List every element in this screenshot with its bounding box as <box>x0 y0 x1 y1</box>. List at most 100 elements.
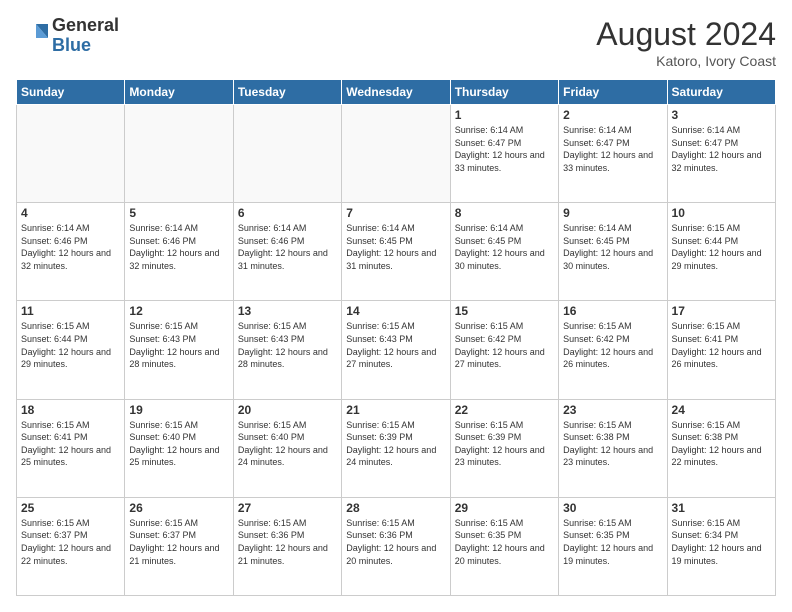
calendar-cell: 29 Sunrise: 6:15 AM Sunset: 6:35 PM Dayli… <box>450 497 558 595</box>
day-number: 17 <box>672 304 771 318</box>
day-number: 23 <box>563 403 662 417</box>
calendar-cell: 23 Sunrise: 6:15 AM Sunset: 6:38 PM Dayli… <box>559 399 667 497</box>
day-number: 14 <box>346 304 445 318</box>
calendar-cell: 8 Sunrise: 6:14 AM Sunset: 6:45 PM Daylig… <box>450 203 558 301</box>
calendar-week-4: 25 Sunrise: 6:15 AM Sunset: 6:37 PM Dayli… <box>17 497 776 595</box>
calendar-cell: 1 Sunrise: 6:14 AM Sunset: 6:47 PM Daylig… <box>450 105 558 203</box>
title-block: August 2024 Katoro, Ivory Coast <box>596 16 776 69</box>
day-number: 28 <box>346 501 445 515</box>
calendar-cell <box>125 105 233 203</box>
day-number: 8 <box>455 206 554 220</box>
calendar-cell: 6Sunrise: 6:14 AM Sunset: 6:46 PM Daylig… <box>233 203 341 301</box>
day-number: 26 <box>129 501 228 515</box>
col-saturday: Saturday <box>667 80 775 105</box>
calendar-week-3: 18 Sunrise: 6:15 AM Sunset: 6:41 PM Dayli… <box>17 399 776 497</box>
day-number: 22 <box>455 403 554 417</box>
day-number: 27 <box>238 501 337 515</box>
day-info: Sunrise: 6:14 AM Sunset: 6:47 PM Dayligh… <box>455 124 554 174</box>
day-number: 13 <box>238 304 337 318</box>
calendar-cell: 30 Sunrise: 6:15 AM Sunset: 6:35 PM Dayli… <box>559 497 667 595</box>
col-wednesday: Wednesday <box>342 80 450 105</box>
calendar-cell: 27 Sunrise: 6:15 AM Sunset: 6:36 PM Dayli… <box>233 497 341 595</box>
header: General Blue August 2024 Katoro, Ivory C… <box>16 16 776 69</box>
day-info: Sunrise: 6:15 AM Sunset: 6:41 PM Dayligh… <box>21 419 120 469</box>
day-info: Sunrise: 6:15 AM Sunset: 6:44 PM Dayligh… <box>672 222 771 272</box>
day-info: Sunrise: 6:15 AM Sunset: 6:35 PM Dayligh… <box>455 517 554 567</box>
day-number: 29 <box>455 501 554 515</box>
page: General Blue August 2024 Katoro, Ivory C… <box>0 0 792 612</box>
day-number: 4 <box>21 206 120 220</box>
calendar-cell: 13 Sunrise: 6:15 AM Sunset: 6:43 PM Dayli… <box>233 301 341 399</box>
col-tuesday: Tuesday <box>233 80 341 105</box>
day-number: 12 <box>129 304 228 318</box>
calendar-cell: 7Sunrise: 6:14 AM Sunset: 6:45 PM Daylig… <box>342 203 450 301</box>
day-info: Sunrise: 6:14 AM Sunset: 6:47 PM Dayligh… <box>672 124 771 174</box>
calendar-cell: 22Sunrise: 6:15 AM Sunset: 6:39 PM Dayli… <box>450 399 558 497</box>
calendar-week-0: 1 Sunrise: 6:14 AM Sunset: 6:47 PM Daylig… <box>17 105 776 203</box>
col-friday: Friday <box>559 80 667 105</box>
day-info: Sunrise: 6:15 AM Sunset: 6:35 PM Dayligh… <box>563 517 662 567</box>
day-info: Sunrise: 6:15 AM Sunset: 6:40 PM Dayligh… <box>129 419 228 469</box>
day-info: Sunrise: 6:15 AM Sunset: 6:37 PM Dayligh… <box>21 517 120 567</box>
calendar-cell: 26 Sunrise: 6:15 AM Sunset: 6:37 PM Dayli… <box>125 497 233 595</box>
calendar-cell: 17 Sunrise: 6:15 AM Sunset: 6:41 PM Dayli… <box>667 301 775 399</box>
day-number: 31 <box>672 501 771 515</box>
day-info: Sunrise: 6:15 AM Sunset: 6:43 PM Dayligh… <box>346 320 445 370</box>
logo-blue-text: Blue <box>52 36 119 56</box>
calendar-cell: 16Sunrise: 6:15 AM Sunset: 6:42 PM Dayli… <box>559 301 667 399</box>
day-number: 6 <box>238 206 337 220</box>
calendar-cell <box>17 105 125 203</box>
day-info: Sunrise: 6:15 AM Sunset: 6:43 PM Dayligh… <box>129 320 228 370</box>
day-number: 9 <box>563 206 662 220</box>
day-info: Sunrise: 6:15 AM Sunset: 6:44 PM Dayligh… <box>21 320 120 370</box>
day-number: 10 <box>672 206 771 220</box>
day-number: 7 <box>346 206 445 220</box>
day-number: 15 <box>455 304 554 318</box>
calendar-header-row: Sunday Monday Tuesday Wednesday Thursday… <box>17 80 776 105</box>
month-year-title: August 2024 <box>596 16 776 53</box>
day-info: Sunrise: 6:15 AM Sunset: 6:43 PM Dayligh… <box>238 320 337 370</box>
day-info: Sunrise: 6:15 AM Sunset: 6:42 PM Dayligh… <box>455 320 554 370</box>
calendar-cell: 2Sunrise: 6:14 AM Sunset: 6:47 PM Daylig… <box>559 105 667 203</box>
day-number: 3 <box>672 108 771 122</box>
calendar-cell: 21Sunrise: 6:15 AM Sunset: 6:39 PM Dayli… <box>342 399 450 497</box>
calendar-cell: 28 Sunrise: 6:15 AM Sunset: 6:36 PM Dayli… <box>342 497 450 595</box>
calendar-week-1: 4 Sunrise: 6:14 AM Sunset: 6:46 PM Daylig… <box>17 203 776 301</box>
day-number: 1 <box>455 108 554 122</box>
logo-icon <box>16 20 48 52</box>
calendar-cell: 9Sunrise: 6:14 AM Sunset: 6:45 PM Daylig… <box>559 203 667 301</box>
day-info: Sunrise: 6:15 AM Sunset: 6:42 PM Dayligh… <box>563 320 662 370</box>
day-number: 20 <box>238 403 337 417</box>
day-number: 24 <box>672 403 771 417</box>
day-info: Sunrise: 6:14 AM Sunset: 6:46 PM Dayligh… <box>129 222 228 272</box>
day-number: 30 <box>563 501 662 515</box>
logo-general-text: General <box>52 16 119 36</box>
day-info: Sunrise: 6:15 AM Sunset: 6:38 PM Dayligh… <box>563 419 662 469</box>
calendar-cell: 11Sunrise: 6:15 AM Sunset: 6:44 PM Dayli… <box>17 301 125 399</box>
calendar-cell: 20 Sunrise: 6:15 AM Sunset: 6:40 PM Dayli… <box>233 399 341 497</box>
calendar-week-2: 11Sunrise: 6:15 AM Sunset: 6:44 PM Dayli… <box>17 301 776 399</box>
calendar-cell: 5 Sunrise: 6:14 AM Sunset: 6:46 PM Daylig… <box>125 203 233 301</box>
calendar-cell: 4Sunrise: 6:14 AM Sunset: 6:46 PM Daylig… <box>17 203 125 301</box>
day-number: 21 <box>346 403 445 417</box>
day-info: Sunrise: 6:15 AM Sunset: 6:37 PM Dayligh… <box>129 517 228 567</box>
day-number: 19 <box>129 403 228 417</box>
day-number: 18 <box>21 403 120 417</box>
col-sunday: Sunday <box>17 80 125 105</box>
location-subtitle: Katoro, Ivory Coast <box>596 53 776 69</box>
calendar-cell: 3 Sunrise: 6:14 AM Sunset: 6:47 PM Daylig… <box>667 105 775 203</box>
logo: General Blue <box>16 16 119 56</box>
day-info: Sunrise: 6:15 AM Sunset: 6:41 PM Dayligh… <box>672 320 771 370</box>
day-info: Sunrise: 6:15 AM Sunset: 6:36 PM Dayligh… <box>346 517 445 567</box>
day-number: 5 <box>129 206 228 220</box>
day-info: Sunrise: 6:14 AM Sunset: 6:45 PM Dayligh… <box>455 222 554 272</box>
day-info: Sunrise: 6:15 AM Sunset: 6:36 PM Dayligh… <box>238 517 337 567</box>
calendar-table: Sunday Monday Tuesday Wednesday Thursday… <box>16 79 776 596</box>
day-info: Sunrise: 6:14 AM Sunset: 6:47 PM Dayligh… <box>563 124 662 174</box>
calendar-cell: 25 Sunrise: 6:15 AM Sunset: 6:37 PM Dayli… <box>17 497 125 595</box>
logo-text: General Blue <box>52 16 119 56</box>
day-number: 25 <box>21 501 120 515</box>
calendar-cell: 14 Sunrise: 6:15 AM Sunset: 6:43 PM Dayli… <box>342 301 450 399</box>
calendar-cell: 31Sunrise: 6:15 AM Sunset: 6:34 PM Dayli… <box>667 497 775 595</box>
day-info: Sunrise: 6:15 AM Sunset: 6:40 PM Dayligh… <box>238 419 337 469</box>
